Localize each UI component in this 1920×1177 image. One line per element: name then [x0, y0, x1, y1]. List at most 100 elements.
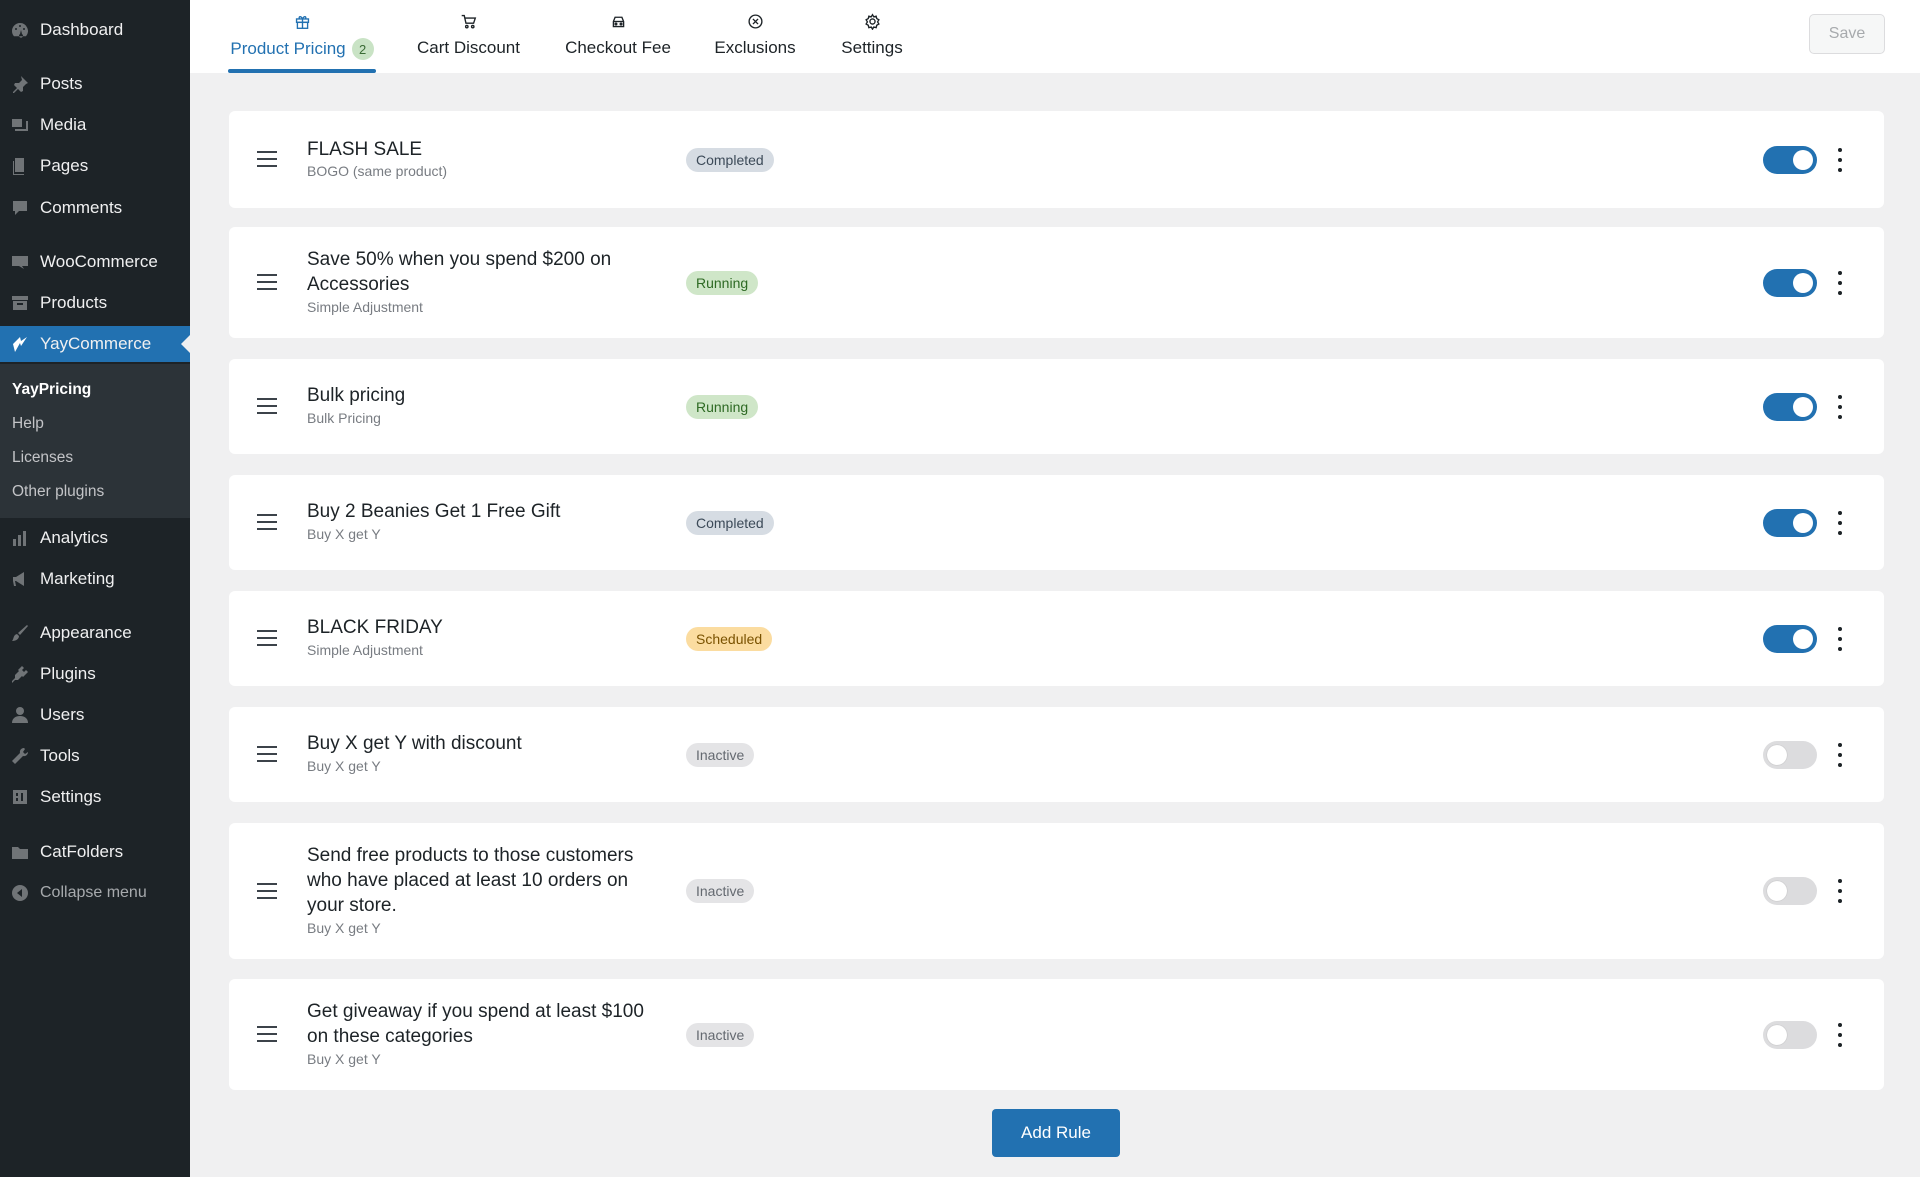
- menu-item-analytics[interactable]: Analytics: [0, 520, 190, 556]
- comment-icon: [0, 198, 40, 218]
- rule-type: BOGO (same product): [307, 163, 448, 179]
- tab-cart-discount[interactable]: Cart Discount: [415, 0, 522, 73]
- rule-card[interactable]: Save 50% when you spend $200 on Accessor…: [229, 227, 1884, 338]
- submenu-help[interactable]: Help: [12, 415, 44, 433]
- rule-type: Buy X get Y: [307, 526, 381, 542]
- drag-handle-icon[interactable]: [257, 630, 277, 646]
- menu-item-woocommerce[interactable]: WooCommerce: [0, 244, 190, 280]
- rule-card[interactable]: BLACK FRIDAY Simple Adjustment Scheduled: [229, 591, 1884, 686]
- toggle-knob: [1793, 273, 1813, 293]
- menu-label: Analytics: [40, 528, 109, 547]
- menu-item-plugins[interactable]: Plugins: [0, 656, 190, 692]
- status-badge: Inactive: [686, 1023, 755, 1047]
- gear-icon: [864, 12, 881, 30]
- menu-item-posts[interactable]: Posts: [0, 66, 190, 102]
- enable-toggle[interactable]: [1763, 146, 1817, 174]
- menu-label: Pages: [40, 156, 89, 175]
- rule-card[interactable]: Buy X get Y with discount Buy X get Y In…: [229, 707, 1884, 802]
- rule-title: BLACK FRIDAY: [307, 617, 443, 638]
- enable-toggle[interactable]: [1763, 625, 1817, 653]
- rule-type: Buy X get Y: [307, 920, 381, 936]
- drag-handle-icon[interactable]: [257, 151, 277, 167]
- more-options-icon[interactable]: [1831, 394, 1849, 420]
- status-badge: Inactive: [686, 879, 755, 903]
- user-icon: [0, 705, 40, 725]
- menu-item-dashboard[interactable]: Dashboard: [0, 12, 190, 48]
- menu-item-tools[interactable]: Tools: [0, 738, 190, 774]
- more-options-icon[interactable]: [1831, 1022, 1849, 1048]
- drag-handle-icon[interactable]: [257, 746, 277, 762]
- menu-label: CatFolders: [40, 842, 124, 861]
- tab-label: Cart Discount: [417, 38, 520, 57]
- status-badge: Inactive: [686, 743, 755, 767]
- submenu-licenses[interactable]: Licenses: [12, 449, 73, 467]
- more-options-icon[interactable]: [1831, 147, 1849, 173]
- tab-exclusions[interactable]: Exclusions: [714, 0, 796, 73]
- pages-icon: [0, 156, 40, 176]
- collapse-icon: [0, 883, 40, 903]
- rule-title: FLASH SALE: [307, 139, 423, 160]
- menu-label: Users: [40, 705, 85, 724]
- toggle-knob: [1793, 150, 1813, 170]
- toggle-knob: [1793, 629, 1813, 649]
- more-options-icon[interactable]: [1831, 626, 1849, 652]
- rule-card[interactable]: Bulk pricing Bulk Pricing Running: [229, 359, 1884, 454]
- tab-checkout-fee[interactable]: Checkout Fee: [564, 0, 672, 73]
- drag-handle-icon[interactable]: [257, 1026, 277, 1042]
- submenu-other-plugins[interactable]: Other plugins: [12, 483, 104, 501]
- menu-label: Comments: [40, 198, 123, 217]
- rule-card[interactable]: Send free products to those customers wh…: [229, 823, 1884, 959]
- x-circle-icon: [747, 12, 764, 30]
- add-rule-button[interactable]: Add Rule: [992, 1109, 1120, 1157]
- drag-handle-icon[interactable]: [257, 514, 277, 530]
- rule-type: Buy X get Y: [307, 1051, 381, 1067]
- more-options-icon[interactable]: [1831, 742, 1849, 768]
- save-button[interactable]: Save: [1809, 14, 1885, 54]
- tab-product-pricing[interactable]: Product Pricing 2: [228, 0, 376, 73]
- top-tab-bar: Product Pricing 2 Cart Discount Checkout …: [190, 0, 1920, 73]
- plug-icon: [0, 664, 40, 684]
- menu-label: YayCommerce: [40, 334, 152, 353]
- menu-item-settings[interactable]: Settings: [0, 779, 190, 815]
- more-options-icon[interactable]: [1831, 510, 1849, 536]
- rule-card[interactable]: Buy 2 Beanies Get 1 Free Gift Buy X get …: [229, 475, 1884, 570]
- enable-toggle[interactable]: [1763, 269, 1817, 297]
- menu-item-yaycommerce[interactable]: YayCommerce: [0, 326, 190, 362]
- rule-title: Send free products to those customers wh…: [307, 845, 634, 916]
- menu-item-users[interactable]: Users: [0, 697, 190, 733]
- yaycommerce-icon: [0, 334, 40, 354]
- menu-item-media[interactable]: Media: [0, 107, 190, 143]
- rule-title: Bulk pricing: [307, 385, 406, 406]
- rule-card[interactable]: FLASH SALE BOGO (same product) Completed: [229, 111, 1884, 208]
- media-icon: [0, 115, 40, 135]
- more-options-icon[interactable]: [1831, 878, 1849, 904]
- enable-toggle[interactable]: [1763, 741, 1817, 769]
- menu-item-comments[interactable]: Comments: [0, 190, 190, 226]
- cart-icon: [460, 12, 477, 30]
- collapse-menu-button[interactable]: Collapse menu: [0, 875, 190, 911]
- tab-settings[interactable]: Settings: [839, 0, 905, 73]
- more-options-icon[interactable]: [1831, 270, 1849, 296]
- menu-item-appearance[interactable]: Appearance: [0, 615, 190, 651]
- enable-toggle[interactable]: [1763, 393, 1817, 421]
- tab-label: Exclusions: [714, 38, 796, 57]
- menu-label: Posts: [40, 74, 83, 93]
- brush-icon: [0, 623, 40, 643]
- enable-toggle[interactable]: [1763, 1021, 1817, 1049]
- submenu-yaypricing[interactable]: YayPricing: [12, 381, 91, 399]
- menu-label: Marketing: [40, 569, 115, 588]
- menu-item-pages[interactable]: Pages: [0, 148, 190, 184]
- enable-toggle[interactable]: [1763, 509, 1817, 537]
- menu-item-marketing[interactable]: Marketing: [0, 561, 190, 597]
- drag-handle-icon[interactable]: [257, 883, 277, 899]
- drag-handle-icon[interactable]: [257, 398, 277, 414]
- menu-item-products[interactable]: Products: [0, 285, 190, 321]
- toggle-knob: [1767, 1025, 1787, 1045]
- enable-toggle[interactable]: [1763, 877, 1817, 905]
- count-badge: 2: [351, 38, 374, 60]
- menu-item-catfolders[interactable]: CatFolders: [0, 834, 190, 870]
- menu-label: Settings: [40, 787, 102, 806]
- menu-label: Appearance: [40, 623, 132, 642]
- rule-card[interactable]: Get giveaway if you spend at least $100 …: [229, 979, 1884, 1090]
- drag-handle-icon[interactable]: [257, 274, 277, 290]
